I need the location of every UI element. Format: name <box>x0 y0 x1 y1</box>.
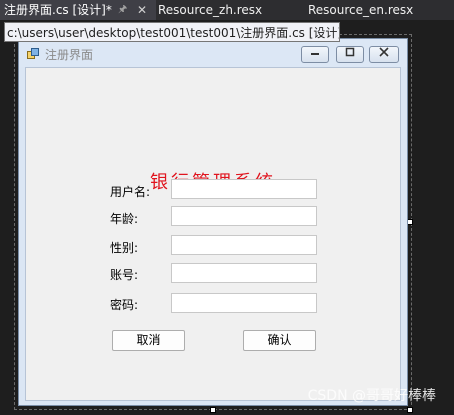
resize-handle-bottom[interactable] <box>210 407 216 413</box>
tab-label: 注册界面.cs [设计]* <box>4 3 112 17</box>
account-label: 账号: <box>110 268 139 282</box>
resize-handle-bottom-right[interactable] <box>407 407 413 413</box>
close-window-icon <box>379 47 389 57</box>
minimize-button[interactable] <box>301 46 329 63</box>
username-label: 用户名: <box>110 185 151 199</box>
age-label: 年龄: <box>110 212 139 226</box>
tab-resource-zh[interactable]: Resource_zh.resx <box>158 0 262 20</box>
tab-resource-en[interactable]: Resource_en.resx <box>308 0 413 20</box>
account-field[interactable] <box>171 263 317 283</box>
close-icon[interactable]: ✕ <box>137 0 147 20</box>
maximize-button[interactable] <box>336 46 364 63</box>
gender-label: 性别: <box>110 241 139 255</box>
age-field[interactable] <box>171 206 317 226</box>
csdn-watermark: CSDN @哥哥好棒棒 <box>307 388 436 404</box>
pin-icon[interactable]: 🖈︎ <box>118 0 127 20</box>
close-window-button[interactable] <box>369 46 399 63</box>
form-title: 注册界面 <box>45 48 94 62</box>
form-client-area: 银行管理系统 用户名: 年龄: 性别: 账号: 密码: 取消 确认 <box>25 67 401 401</box>
password-field[interactable] <box>171 293 317 313</box>
form-title-bar[interactable]: 注册界面 <box>19 39 407 67</box>
gender-field[interactable] <box>171 235 317 255</box>
document-tab-bar: 注册界面.cs [设计]* 🖈︎ ✕ Resource_zh.resx Reso… <box>0 0 454 20</box>
register-form-window: 注册界面 银行管理系统 用户名: 年龄: 性别: 账号: 密码: 取消 确认 <box>18 38 408 406</box>
username-field[interactable] <box>171 179 317 199</box>
password-label: 密码: <box>110 298 139 312</box>
tab-register-form-designer[interactable]: 注册界面.cs [设计]* 🖈︎ ✕ <box>0 0 156 20</box>
confirm-button[interactable]: 确认 <box>243 330 316 351</box>
minimize-icon <box>311 53 319 55</box>
file-path-tooltip: c:\users\user\desktop\test001\test001\注册… <box>4 22 340 42</box>
maximize-icon <box>345 47 355 57</box>
form-app-icon <box>27 48 39 59</box>
cancel-button[interactable]: 取消 <box>112 330 185 351</box>
